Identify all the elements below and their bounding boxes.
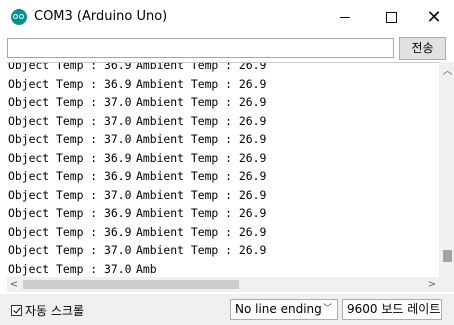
scrollbar-corner: [439, 273, 454, 292]
scroll-left-icon[interactable]: <: [7, 277, 21, 292]
serial-line: Object Temp : 37.0 Ambient Temp : 26.9: [8, 186, 438, 205]
object-temp-text: Object Temp : 37.0: [8, 95, 132, 109]
minimize-button[interactable]: [322, 0, 368, 34]
ambient-temp-text: Ambient Temp : 26.9: [136, 132, 267, 146]
close-icon: ✕: [426, 6, 442, 28]
status-bar: 자동 스크롤 No line ending ﹀ 9600 보드 레이트: [0, 294, 454, 325]
object-temp-text: Object Temp : 36.9: [8, 62, 132, 72]
scroll-right-icon[interactable]: >: [425, 277, 439, 292]
object-temp-text: Object Temp : 37.0: [8, 132, 132, 146]
serial-output[interactable]: Object Temp : 36.9 Ambient Temp : 26.9 Obj…: [7, 62, 454, 293]
baud-rate-select[interactable]: 9600 보드 레이트: [342, 299, 442, 320]
serial-line: Object Temp : 37.0 Ambient Temp : 26.9: [8, 130, 438, 149]
ambient-temp-text: Ambient Temp : 26.9: [136, 169, 267, 183]
send-button[interactable]: 전송: [399, 37, 446, 60]
serial-line: Object Temp : 36.9 Ambient Temp : 26.9: [8, 223, 438, 242]
arduino-icon: [11, 9, 27, 25]
serial-output-list: Object Temp : 36.9 Ambient Temp : 26.9 Obj…: [8, 62, 438, 279]
ambient-temp-text: Ambient Temp : 26.9: [136, 150, 267, 165]
send-input[interactable]: [7, 38, 394, 58]
chevron-down-icon: ﹀: [322, 304, 332, 314]
ambient-temp-text: Ambient Temp : 26.9: [136, 243, 267, 257]
serial-line: Object Temp : 36.9 Ambient Temp : 26.9: [8, 204, 438, 223]
ambient-temp-text: Ambient Temp : 26.9: [136, 113, 267, 128]
object-temp-text: Object Temp : 37.0: [8, 113, 132, 128]
object-temp-text: Object Temp : 37.0: [8, 187, 132, 202]
object-temp-text: Object Temp : 37.0: [8, 261, 132, 276]
autoscroll-label: 자동 스크롤: [25, 304, 85, 318]
ambient-temp-text: Ambient Temp : 26.9: [136, 206, 267, 220]
maximize-icon: [385, 11, 397, 23]
ambient-temp-text: Amb: [136, 261, 157, 276]
title-bar: COM3 (Arduino Uno) ✕: [0, 0, 454, 34]
horizontal-scrollbar[interactable]: < >: [7, 277, 439, 292]
object-temp-text: Object Temp : 36.9: [8, 169, 132, 183]
serial-line: Object Temp : 36.9 Ambient Temp : 26.9: [8, 62, 438, 75]
object-temp-text: Object Temp : 36.9: [8, 150, 132, 165]
line-ending-select[interactable]: No line ending ﹀: [230, 299, 338, 320]
ambient-temp-text: Ambient Temp : 26.9: [136, 76, 267, 91]
close-button[interactable]: ✕: [414, 0, 454, 34]
serial-line: Object Temp : 37.0 Amb: [8, 260, 438, 279]
vertical-scrollbar[interactable]: ︿: [439, 62, 454, 273]
serial-line: Object Temp : 36.9 Ambient Temp : 26.9: [8, 75, 438, 94]
ambient-temp-text: Ambient Temp : 26.9: [136, 95, 267, 109]
serial-line: Object Temp : 36.9 Ambient Temp : 26.9: [8, 167, 438, 186]
line-ending-value: No line ending: [235, 302, 322, 316]
object-temp-text: Object Temp : 37.0: [8, 243, 132, 257]
baud-rate-value: 9600 보드 레이트: [347, 302, 441, 316]
vertical-scroll-thumb[interactable]: [443, 250, 452, 262]
ambient-temp-text: Ambient Temp : 26.9: [136, 187, 267, 202]
serial-line: Object Temp : 36.9 Ambient Temp : 26.9: [8, 149, 438, 168]
maximize-button[interactable]: [368, 0, 414, 34]
object-temp-text: Object Temp : 36.9: [8, 224, 132, 239]
autoscroll-toggle[interactable]: 자동 스크롤: [11, 302, 84, 319]
object-temp-text: Object Temp : 36.9: [8, 76, 132, 91]
horizontal-scroll-thumb[interactable]: [23, 280, 239, 289]
scroll-up-icon[interactable]: ︿: [439, 64, 454, 80]
object-temp-text: Object Temp : 36.9: [8, 206, 132, 220]
serial-line: Object Temp : 37.0 Ambient Temp : 26.9: [8, 241, 438, 260]
minimize-icon: [340, 16, 350, 18]
window-title: COM3 (Arduino Uno): [34, 9, 168, 24]
ambient-temp-text: Ambient Temp : 26.9: [136, 62, 267, 72]
ambient-temp-text: Ambient Temp : 26.9: [136, 224, 267, 239]
autoscroll-checkbox[interactable]: [11, 305, 22, 316]
serial-line: Object Temp : 37.0 Ambient Temp : 26.9: [8, 112, 438, 131]
serial-line: Object Temp : 37.0 Ambient Temp : 26.9: [8, 93, 438, 112]
